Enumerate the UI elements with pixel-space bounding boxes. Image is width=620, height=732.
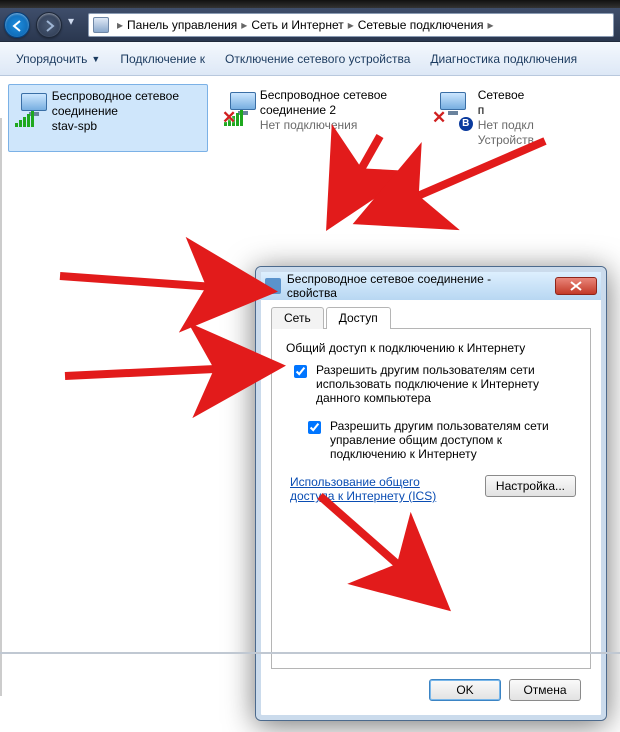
ics-help-link[interactable]: Использование общего доступа к Интернету…	[290, 475, 460, 503]
connect-to-button[interactable]: Подключение к	[112, 48, 213, 70]
settings-button[interactable]: Настройка...	[485, 475, 576, 497]
wireless-icon: ✕	[222, 88, 252, 128]
breadcrumb-network[interactable]: Сеть и Интернет	[251, 18, 343, 32]
tab-bar: Сеть Доступ	[271, 306, 591, 329]
wireless-icon	[13, 89, 44, 129]
close-button[interactable]	[555, 277, 597, 295]
connections-list: Беспроводное сетевое соединение stav-spb…	[0, 76, 620, 152]
breadcrumb-control-panel[interactable]: Панель управления	[127, 18, 237, 32]
content-area: Беспроводное сетевое соединение stav-spb…	[0, 76, 620, 654]
back-button[interactable]	[4, 12, 30, 38]
control-panel-icon	[93, 17, 109, 33]
connection-status: stav-spb	[52, 119, 203, 134]
connection-title: Беспроводное сетевое соединение 2	[260, 88, 414, 118]
breadcrumb-sep-icon: ▸	[488, 18, 494, 32]
connection-title: Сетевое п	[478, 88, 534, 118]
disconnected-x-icon: ✕	[222, 108, 236, 128]
connection-status: Нет подключения	[260, 118, 414, 133]
disable-device-button[interactable]: Отключение сетевого устройства	[217, 48, 418, 70]
disconnected-x-icon: ✕	[432, 108, 446, 128]
tab-page-sharing: Общий доступ к подключению к Интернету Р…	[271, 329, 591, 669]
connection-item[interactable]: ✕ B Сетевое п Нет подкл Устройств	[428, 84, 538, 152]
address-bar[interactable]: ▸ Панель управления ▸ Сеть и Интернет ▸ …	[88, 13, 614, 37]
disable-label: Отключение сетевого устройства	[225, 52, 410, 66]
dialog-icon	[265, 278, 281, 294]
allow-sharing-checkbox[interactable]	[294, 365, 307, 378]
dialog-footer: OK Отмена	[271, 669, 591, 701]
tab-sharing[interactable]: Доступ	[326, 307, 391, 329]
breadcrumb-connections[interactable]: Сетевые подключения	[358, 18, 484, 32]
forward-button[interactable]	[36, 12, 62, 38]
breadcrumb-sep-icon: ▸	[348, 18, 354, 32]
window-top-strip	[0, 0, 620, 8]
chevron-down-icon: ▼	[91, 54, 100, 64]
connection-item[interactable]: ✕ Беспроводное сетевое соединение 2 Нет …	[218, 84, 418, 152]
allow-sharing-label: Разрешить другим пользователям сети испо…	[316, 363, 576, 405]
connection-item[interactable]: Беспроводное сетевое соединение stav-spb	[8, 84, 208, 152]
breadcrumb-sep-icon: ▸	[241, 18, 247, 32]
diagnose-label: Диагностика подключения	[430, 52, 577, 66]
organize-button[interactable]: Упорядочить ▼	[8, 48, 108, 70]
explorer-toolbar: Упорядочить ▼ Подключение к Отключение с…	[0, 42, 620, 76]
connection-detail: Устройств	[478, 133, 534, 148]
breadcrumb-sep-icon: ▸	[117, 18, 123, 32]
organize-label: Упорядочить	[16, 52, 87, 66]
diagnose-button[interactable]: Диагностика подключения	[422, 48, 585, 70]
cancel-button[interactable]: Отмена	[509, 679, 581, 701]
connection-title: Беспроводное сетевое соединение	[52, 89, 203, 119]
allow-control-label: Разрешить другим пользователям сети упра…	[330, 419, 576, 461]
explorer-navbar: ▾ ▸ Панель управления ▸ Сеть и Интернет …	[0, 8, 620, 42]
bluetooth-badge-icon: B	[459, 117, 473, 131]
tab-network[interactable]: Сеть	[271, 307, 324, 329]
connection-status: Нет подкл	[478, 118, 534, 133]
dialog-title-bar[interactable]: Беспроводное сетевое соединение - свойст…	[261, 272, 601, 300]
ok-button[interactable]: OK	[429, 679, 501, 701]
history-dropdown[interactable]: ▾	[68, 14, 82, 36]
network-icon: ✕ B	[432, 88, 470, 128]
allow-control-checkbox[interactable]	[308, 421, 321, 434]
dialog-title: Беспроводное сетевое соединение - свойст…	[287, 272, 543, 300]
connect-label: Подключение к	[120, 52, 205, 66]
group-title: Общий доступ к подключению к Интернету	[286, 341, 576, 355]
